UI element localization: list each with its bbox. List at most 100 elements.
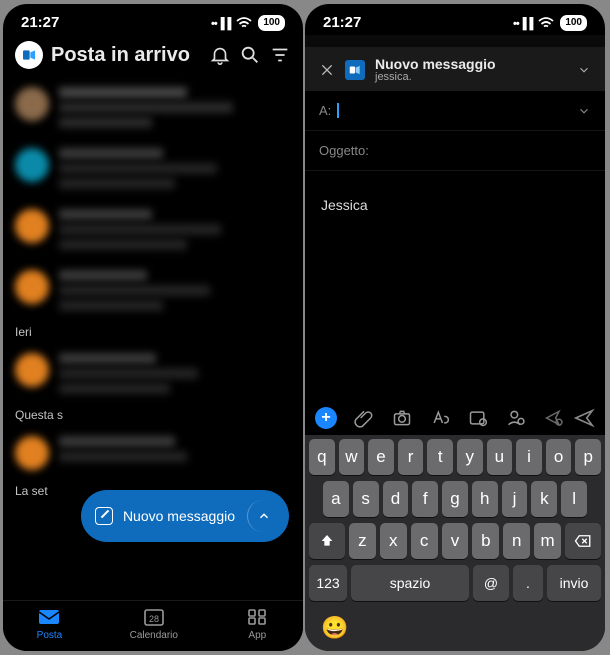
key-g[interactable]: g [442,481,468,517]
list-item[interactable] [3,343,303,404]
inbox-title: Posta in arrivo [51,44,190,67]
key-n[interactable]: n [503,523,530,559]
clock: 21:27 [21,14,59,31]
key-j[interactable]: j [502,481,528,517]
backspace-key[interactable] [565,523,601,559]
keyboard-bottom: 😀 [309,607,601,641]
message-body[interactable]: Jessica [305,171,605,401]
apps-icon [245,607,269,627]
key-row-1: qwertyuiop [309,439,601,475]
compose-fab[interactable]: Nuovo messaggio [81,490,289,542]
list-item[interactable] [3,260,303,321]
chevron-down-icon[interactable] [577,104,591,118]
compose-toolbar: + [305,401,605,435]
plus-icon[interactable]: + [315,407,337,429]
key-x[interactable]: x [380,523,407,559]
key-m[interactable]: m [534,523,561,559]
mail-icon [37,607,61,627]
camera-icon[interactable] [391,407,413,429]
compose-header: Nuovo messaggio jessica. [305,47,605,91]
key-v[interactable]: v [442,523,469,559]
key-l[interactable]: l [561,481,587,517]
key-f[interactable]: f [412,481,438,517]
outlook-avatar-icon[interactable] [15,41,43,69]
chevron-up-icon[interactable] [247,500,279,532]
search-icon[interactable] [239,44,261,66]
key-i[interactable]: i [516,439,542,475]
nav-mail[interactable]: Posta [37,607,63,641]
space-key[interactable]: spazio [351,565,469,601]
emoji-icon[interactable]: 😀 [321,615,348,641]
key-c[interactable]: c [411,523,438,559]
key-a[interactable]: a [323,481,349,517]
at-key[interactable]: @ [473,565,509,601]
screen-inbox: 21:27 100 Posta in arrivo [3,4,303,651]
nav-apps[interactable]: App [245,607,269,641]
key-row-3: zxcvbnm [309,523,601,559]
key-w[interactable]: w [339,439,365,475]
svg-text:28: 28 [149,614,159,624]
key-row-2: asdfghjkl [309,481,601,517]
calendar-icon: 28 [142,607,166,627]
key-row-4: 123 spazio @ . invio [309,565,601,601]
mention-icon[interactable] [505,407,527,429]
wifi-icon [236,17,252,29]
signal-icon [211,14,230,31]
close-icon[interactable] [319,62,335,78]
status-bar: 21:27 100 [305,4,605,35]
to-field[interactable]: A: [305,91,605,131]
key-k[interactable]: k [531,481,557,517]
fab-label: Nuovo messaggio [123,508,235,524]
outlook-icon [345,60,365,80]
key-t[interactable]: t [427,439,453,475]
keyboard: qwertyuiop asdfghjkl zxcvbnm 123 spazio … [305,435,605,651]
attachment-icon[interactable] [353,407,375,429]
compose-title: Nuovo messaggio [375,57,496,71]
mail-list[interactable]: Ieri Questa s La set Nuovo messaggio [3,77,303,600]
key-r[interactable]: r [398,439,424,475]
dot-key[interactable]: . [513,565,543,601]
numbers-key[interactable]: 123 [309,565,347,601]
status-bar: 21:27 100 [3,4,303,35]
shift-key[interactable] [309,523,345,559]
lock-send-icon[interactable] [543,407,565,429]
list-item[interactable] [3,199,303,260]
key-s[interactable]: s [353,481,379,517]
battery-icon: 100 [560,15,587,31]
clock: 21:27 [323,14,361,31]
compose-body: A: Oggetto: Jessica + [305,91,605,651]
enter-key[interactable]: invio [547,565,601,601]
inbox-header: Posta in arrivo [3,35,303,77]
key-h[interactable]: h [472,481,498,517]
format-icon[interactable] [429,407,451,429]
list-item[interactable] [3,426,303,480]
bottom-nav: Posta 28 Calendario App [3,600,303,651]
subject-field[interactable]: Oggetto: [305,131,605,171]
key-q[interactable]: q [309,439,335,475]
from-account[interactable]: jessica. [375,71,496,83]
key-z[interactable]: z [349,523,376,559]
status-right: 100 [513,14,587,31]
key-d[interactable]: d [383,481,409,517]
availability-icon[interactable] [467,407,489,429]
signal-icon [513,14,532,31]
nav-calendar[interactable]: 28 Calendario [130,607,178,641]
compose-icon [95,507,113,525]
section-this: Questa s [3,404,303,426]
list-item[interactable] [3,77,303,138]
key-p[interactable]: p [575,439,601,475]
screen-compose: 21:27 100 Nuovo messaggio jessica. A: [305,4,605,651]
send-icon[interactable] [573,407,595,429]
section-yesterday: Ieri [3,321,303,343]
key-e[interactable]: e [368,439,394,475]
filter-icon[interactable] [269,44,291,66]
battery-icon: 100 [258,15,285,31]
key-u[interactable]: u [487,439,513,475]
bell-icon[interactable] [209,44,231,66]
key-y[interactable]: y [457,439,483,475]
key-o[interactable]: o [546,439,572,475]
chevron-down-icon[interactable] [577,63,591,77]
status-right: 100 [211,14,285,31]
list-item[interactable] [3,138,303,199]
key-b[interactable]: b [472,523,499,559]
